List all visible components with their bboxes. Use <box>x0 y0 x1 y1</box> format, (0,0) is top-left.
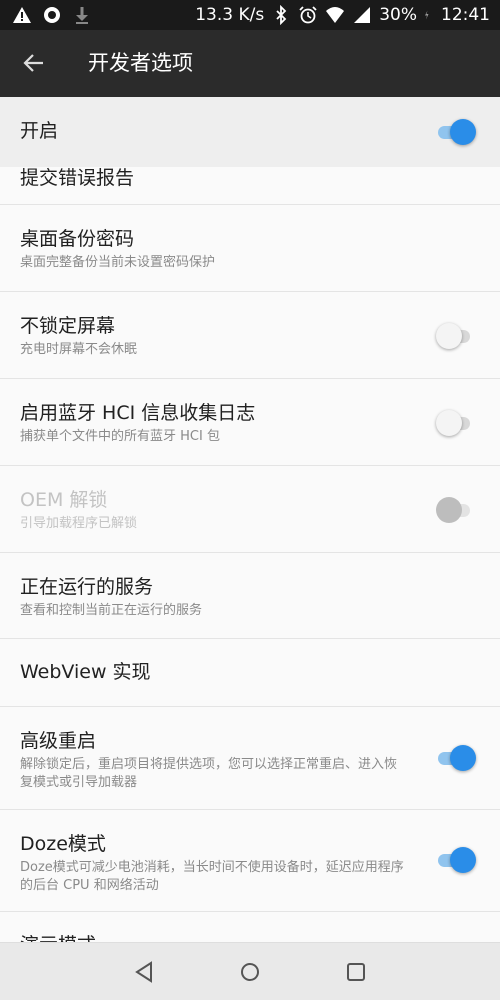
stay-awake-toggle[interactable] <box>436 323 476 349</box>
triangle-back-icon <box>135 961 152 983</box>
wifi-icon <box>326 7 345 23</box>
status-bar: 13.3 K/s 30% 12:41 <box>0 0 500 30</box>
setting-title: WebView 实现 <box>20 661 151 683</box>
master-switch-label: 开启 <box>20 120 59 142</box>
setting-title: 提交错误报告 <box>20 167 135 189</box>
bluetooth-icon <box>276 5 287 25</box>
status-notifications <box>12 5 92 25</box>
setting-title: OEM 解锁 <box>20 489 108 511</box>
clock: 12:41 <box>441 5 490 25</box>
setting-title: 正在运行的服务 <box>20 576 154 598</box>
setting-stay-awake[interactable]: 不锁定屏幕 充电时屏幕不会休眠 <box>0 292 500 379</box>
setting-advanced-reboot[interactable]: 高级重启 解除锁定后，重启项目将提供选项，您可以选择正常重启、进入恢复模式或引导… <box>0 707 500 810</box>
sync-circle-icon <box>44 7 60 23</box>
setting-desktop-backup-password[interactable]: 桌面备份密码 桌面完整备份当前未设置密码保护 <box>0 205 500 292</box>
setting-doze-mode[interactable]: Doze模式 Doze模式可减少电池消耗，当长时间不使用设备时，延迟应用程序的后… <box>0 810 500 912</box>
page-title: 开发者选项 <box>88 51 193 75</box>
oem-unlock-toggle <box>436 497 476 523</box>
doze-mode-toggle[interactable] <box>436 847 476 873</box>
setting-subtitle: 充电时屏幕不会休眠 <box>20 342 138 357</box>
app-toolbar: 开发者选项 <box>0 30 500 97</box>
setting-bluetooth-hci-log[interactable]: 启用蓝牙 HCI 信息收集日志 捕获单个文件中的所有蓝牙 HCI 包 <box>0 379 500 466</box>
warning-icon <box>13 7 31 23</box>
advanced-reboot-toggle[interactable] <box>436 745 476 771</box>
setting-subtitle: 捕获单个文件中的所有蓝牙 HCI 包 <box>20 429 220 444</box>
setting-title: 高级重启 <box>20 730 97 752</box>
charging-icon <box>425 10 429 20</box>
nav-home-button[interactable] <box>237 959 263 985</box>
network-speed: 13.3 K/s <box>195 5 265 25</box>
setting-subtitle: 解除锁定后，重启项目将提供选项，您可以选择正常重启、进入恢复模式或引导加载器 <box>20 757 398 790</box>
square-recents-icon <box>347 963 365 981</box>
setting-webview-implementation[interactable]: WebView 实现 <box>0 639 500 707</box>
setting-title: 桌面备份密码 <box>20 228 135 250</box>
master-toggle[interactable] <box>436 119 476 145</box>
circle-home-icon <box>241 963 259 981</box>
setting-running-services[interactable]: 正在运行的服务 查看和控制当前正在运行的服务 <box>0 553 500 639</box>
cellular-signal-icon <box>354 7 371 23</box>
setting-title: 启用蓝牙 HCI 信息收集日志 <box>20 402 256 424</box>
bluetooth-hci-log-toggle[interactable] <box>436 410 476 436</box>
setting-subtitle: 桌面完整备份当前未设置密码保护 <box>20 255 216 270</box>
setting-oem-unlock: OEM 解锁 引导加载程序已解锁 <box>0 466 500 553</box>
download-icon <box>76 7 88 24</box>
battery-percent: 30% <box>379 5 417 25</box>
developer-options-master-switch-row[interactable]: 开启 <box>0 97 500 167</box>
setting-title: Doze模式 <box>20 833 106 855</box>
nav-recents-button[interactable] <box>343 959 369 985</box>
alarm-icon <box>299 6 317 24</box>
setting-title: 演示模式 <box>20 933 96 942</box>
setting-subtitle: 查看和控制当前正在运行的服务 <box>20 603 203 618</box>
setting-subtitle: 引导加载程序已解锁 <box>20 516 138 531</box>
setting-subtitle: Doze模式可减少电池消耗，当长时间不使用设备时，延迟应用程序的后台 CPU 和… <box>20 860 404 893</box>
back-button[interactable] <box>14 45 54 81</box>
status-indicators: 13.3 K/s 30% 12:41 <box>195 4 490 26</box>
setting-bug-report[interactable]: 提交错误报告 <box>0 167 500 205</box>
settings-list[interactable]: 提交错误报告 桌面备份密码 桌面完整备份当前未设置密码保护 不锁定屏幕 充电时屏… <box>0 167 500 942</box>
system-navigation-bar <box>0 942 500 1000</box>
nav-back-button[interactable] <box>131 959 157 985</box>
back-arrow-icon <box>23 54 43 72</box>
setting-title: 不锁定屏幕 <box>20 315 116 337</box>
setting-demo-mode[interactable]: 演示模式 <box>0 912 500 942</box>
